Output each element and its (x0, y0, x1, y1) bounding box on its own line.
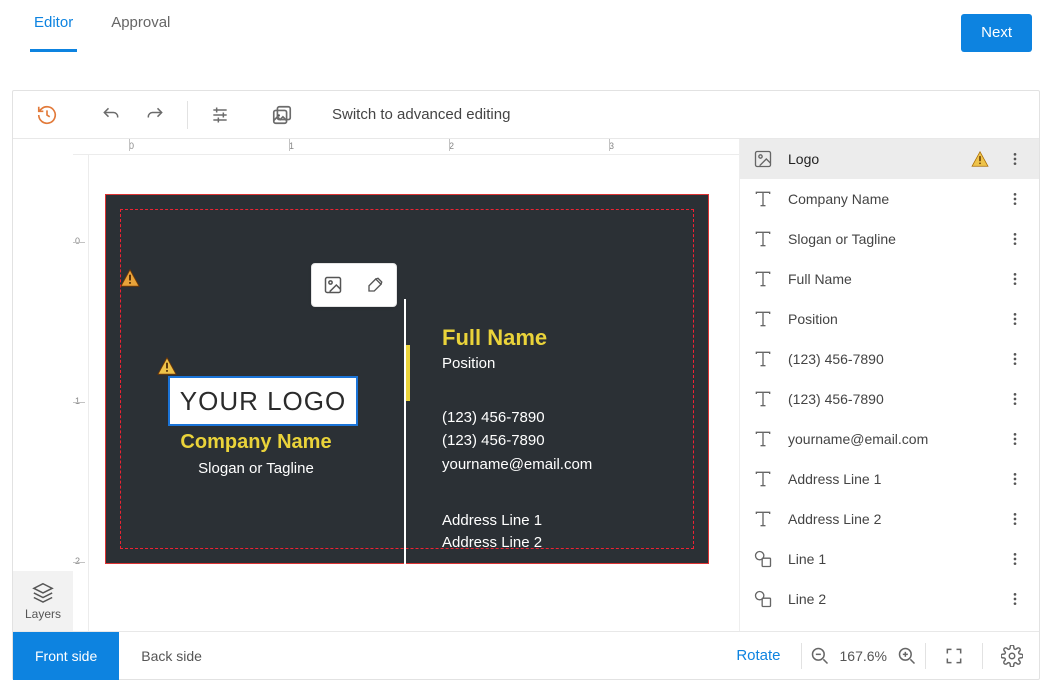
layer-label: Logo (788, 151, 957, 167)
layer-label: yourname@email.com (788, 431, 989, 447)
email-text[interactable]: yourname@email.com (442, 453, 592, 476)
layer-row[interactable]: Position (740, 299, 1039, 339)
layer-row[interactable]: Slogan or Tagline (740, 219, 1039, 259)
image-edit-toolbar (311, 263, 397, 307)
toolbar: Switch to advanced editing (13, 91, 1039, 139)
layer-menu-icon[interactable] (1003, 147, 1027, 171)
text-icon (752, 269, 774, 289)
warning-icon (157, 357, 177, 375)
warning-icon (971, 151, 989, 167)
editor-frame: Switch to advanced editing 0 1 2 3 0 1 2 (12, 90, 1040, 680)
layer-menu-icon[interactable] (1003, 427, 1027, 451)
zoom-in-icon[interactable] (897, 646, 917, 666)
layer-label: Position (788, 311, 989, 327)
divider-line-yellow (406, 345, 410, 401)
bottom-bar: Front side Back side Rotate 167.6% (13, 631, 1039, 679)
layer-row[interactable]: (123) 456-7890 (740, 339, 1039, 379)
phone1-text[interactable]: (123) 456-7890 (442, 406, 592, 429)
zoom-out-icon[interactable] (810, 646, 830, 666)
phone2-text[interactable]: (123) 456-7890 (442, 429, 592, 452)
layer-label: Company Name (788, 191, 989, 207)
tagline-text[interactable]: Slogan or Tagline (106, 460, 406, 477)
redo-icon[interactable] (137, 97, 173, 133)
address1-text[interactable]: Address Line 1 (442, 510, 592, 533)
zoom-controls: 167.6% (810, 646, 917, 666)
history-icon[interactable] (29, 97, 65, 133)
layer-row[interactable]: Logo (740, 139, 1039, 179)
back-side-button[interactable]: Back side (119, 632, 224, 680)
layers-icon (32, 581, 54, 603)
position-text[interactable]: Position (442, 355, 592, 372)
layer-label: (123) 456-7890 (788, 351, 989, 367)
canvas-area[interactable]: 0 1 2 3 0 1 2 (13, 139, 739, 631)
layer-menu-icon[interactable] (1003, 467, 1027, 491)
layer-row[interactable]: Full Name (740, 259, 1039, 299)
company-text[interactable]: Company Name (106, 431, 406, 454)
layer-row[interactable]: (123) 456-7890 (740, 379, 1039, 419)
layer-menu-icon[interactable] (1003, 507, 1027, 531)
layer-row[interactable]: Line 1 (740, 539, 1039, 579)
card-right-column: Full Name Position (123) 456-7890 (123) … (442, 325, 592, 555)
tab-approval[interactable]: Approval (107, 14, 174, 52)
layer-label: Address Line 1 (788, 471, 989, 487)
switch-advanced-link[interactable]: Switch to advanced editing (332, 106, 510, 123)
address2-text[interactable]: Address Line 2 (442, 532, 592, 555)
layer-row[interactable]: Line 2 (740, 579, 1039, 619)
layers-label: Layers (25, 607, 61, 621)
text-icon (752, 469, 774, 489)
text-icon (752, 429, 774, 449)
image-stack-icon[interactable] (264, 97, 300, 133)
text-icon (752, 389, 774, 409)
top-tabs: Editor Approval (30, 14, 174, 52)
text-icon (752, 229, 774, 249)
front-side-button[interactable]: Front side (13, 632, 119, 680)
text-icon (752, 509, 774, 529)
text-icon (752, 189, 774, 209)
warning-icon (120, 269, 140, 287)
layer-menu-icon[interactable] (1003, 547, 1027, 571)
layer-menu-icon[interactable] (1003, 387, 1027, 411)
layers-panel[interactable]: Logo Company Name Slogan or Tagline Full Na… (739, 139, 1039, 631)
layer-row[interactable]: Company Name (740, 179, 1039, 219)
layers-toggle[interactable]: Layers (13, 571, 73, 631)
layer-label: Line 1 (788, 551, 989, 567)
layer-menu-icon[interactable] (1003, 227, 1027, 251)
shape-icon (752, 589, 774, 609)
tab-editor[interactable]: Editor (30, 14, 77, 52)
text-icon (752, 349, 774, 369)
layer-label: Address Line 2 (788, 511, 989, 527)
ruler-vertical: 0 1 2 (73, 155, 89, 631)
ruler-horizontal: 0 1 2 3 (73, 139, 739, 155)
fullscreen-icon[interactable] (934, 646, 974, 666)
layer-menu-icon[interactable] (1003, 347, 1027, 371)
replace-image-icon[interactable] (312, 264, 354, 306)
layer-label: (123) 456-7890 (788, 391, 989, 407)
zoom-value: 167.6% (840, 648, 887, 664)
layer-menu-icon[interactable] (1003, 267, 1027, 291)
sliders-icon[interactable] (202, 97, 238, 133)
settings-icon[interactable] (991, 645, 1033, 667)
layer-menu-icon[interactable] (1003, 587, 1027, 611)
next-button[interactable]: Next (961, 14, 1032, 52)
shape-icon (752, 549, 774, 569)
layer-label: Line 2 (788, 591, 989, 607)
fullname-text[interactable]: Full Name (442, 325, 592, 351)
layer-menu-icon[interactable] (1003, 187, 1027, 211)
top-bar: Editor Approval Next (0, 0, 1052, 66)
undo-icon[interactable] (93, 97, 129, 133)
edit-icon[interactable] (354, 264, 396, 306)
layer-row[interactable]: Address Line 1 (740, 459, 1039, 499)
image-icon (752, 149, 774, 169)
layer-label: Full Name (788, 271, 989, 287)
layer-label: Slogan or Tagline (788, 231, 989, 247)
card-left-column: Company Name Slogan or Tagline (106, 431, 406, 477)
text-icon (752, 309, 774, 329)
logo-placeholder[interactable]: YOUR LOGO (168, 376, 358, 426)
layer-row[interactable]: yourname@email.com (740, 419, 1039, 459)
layer-row[interactable]: Address Line 2 (740, 499, 1039, 539)
design-canvas[interactable]: YOUR LOGO Company Name Slogan or Tagline… (105, 194, 709, 564)
rotate-button[interactable]: Rotate (724, 647, 792, 664)
layer-menu-icon[interactable] (1003, 307, 1027, 331)
